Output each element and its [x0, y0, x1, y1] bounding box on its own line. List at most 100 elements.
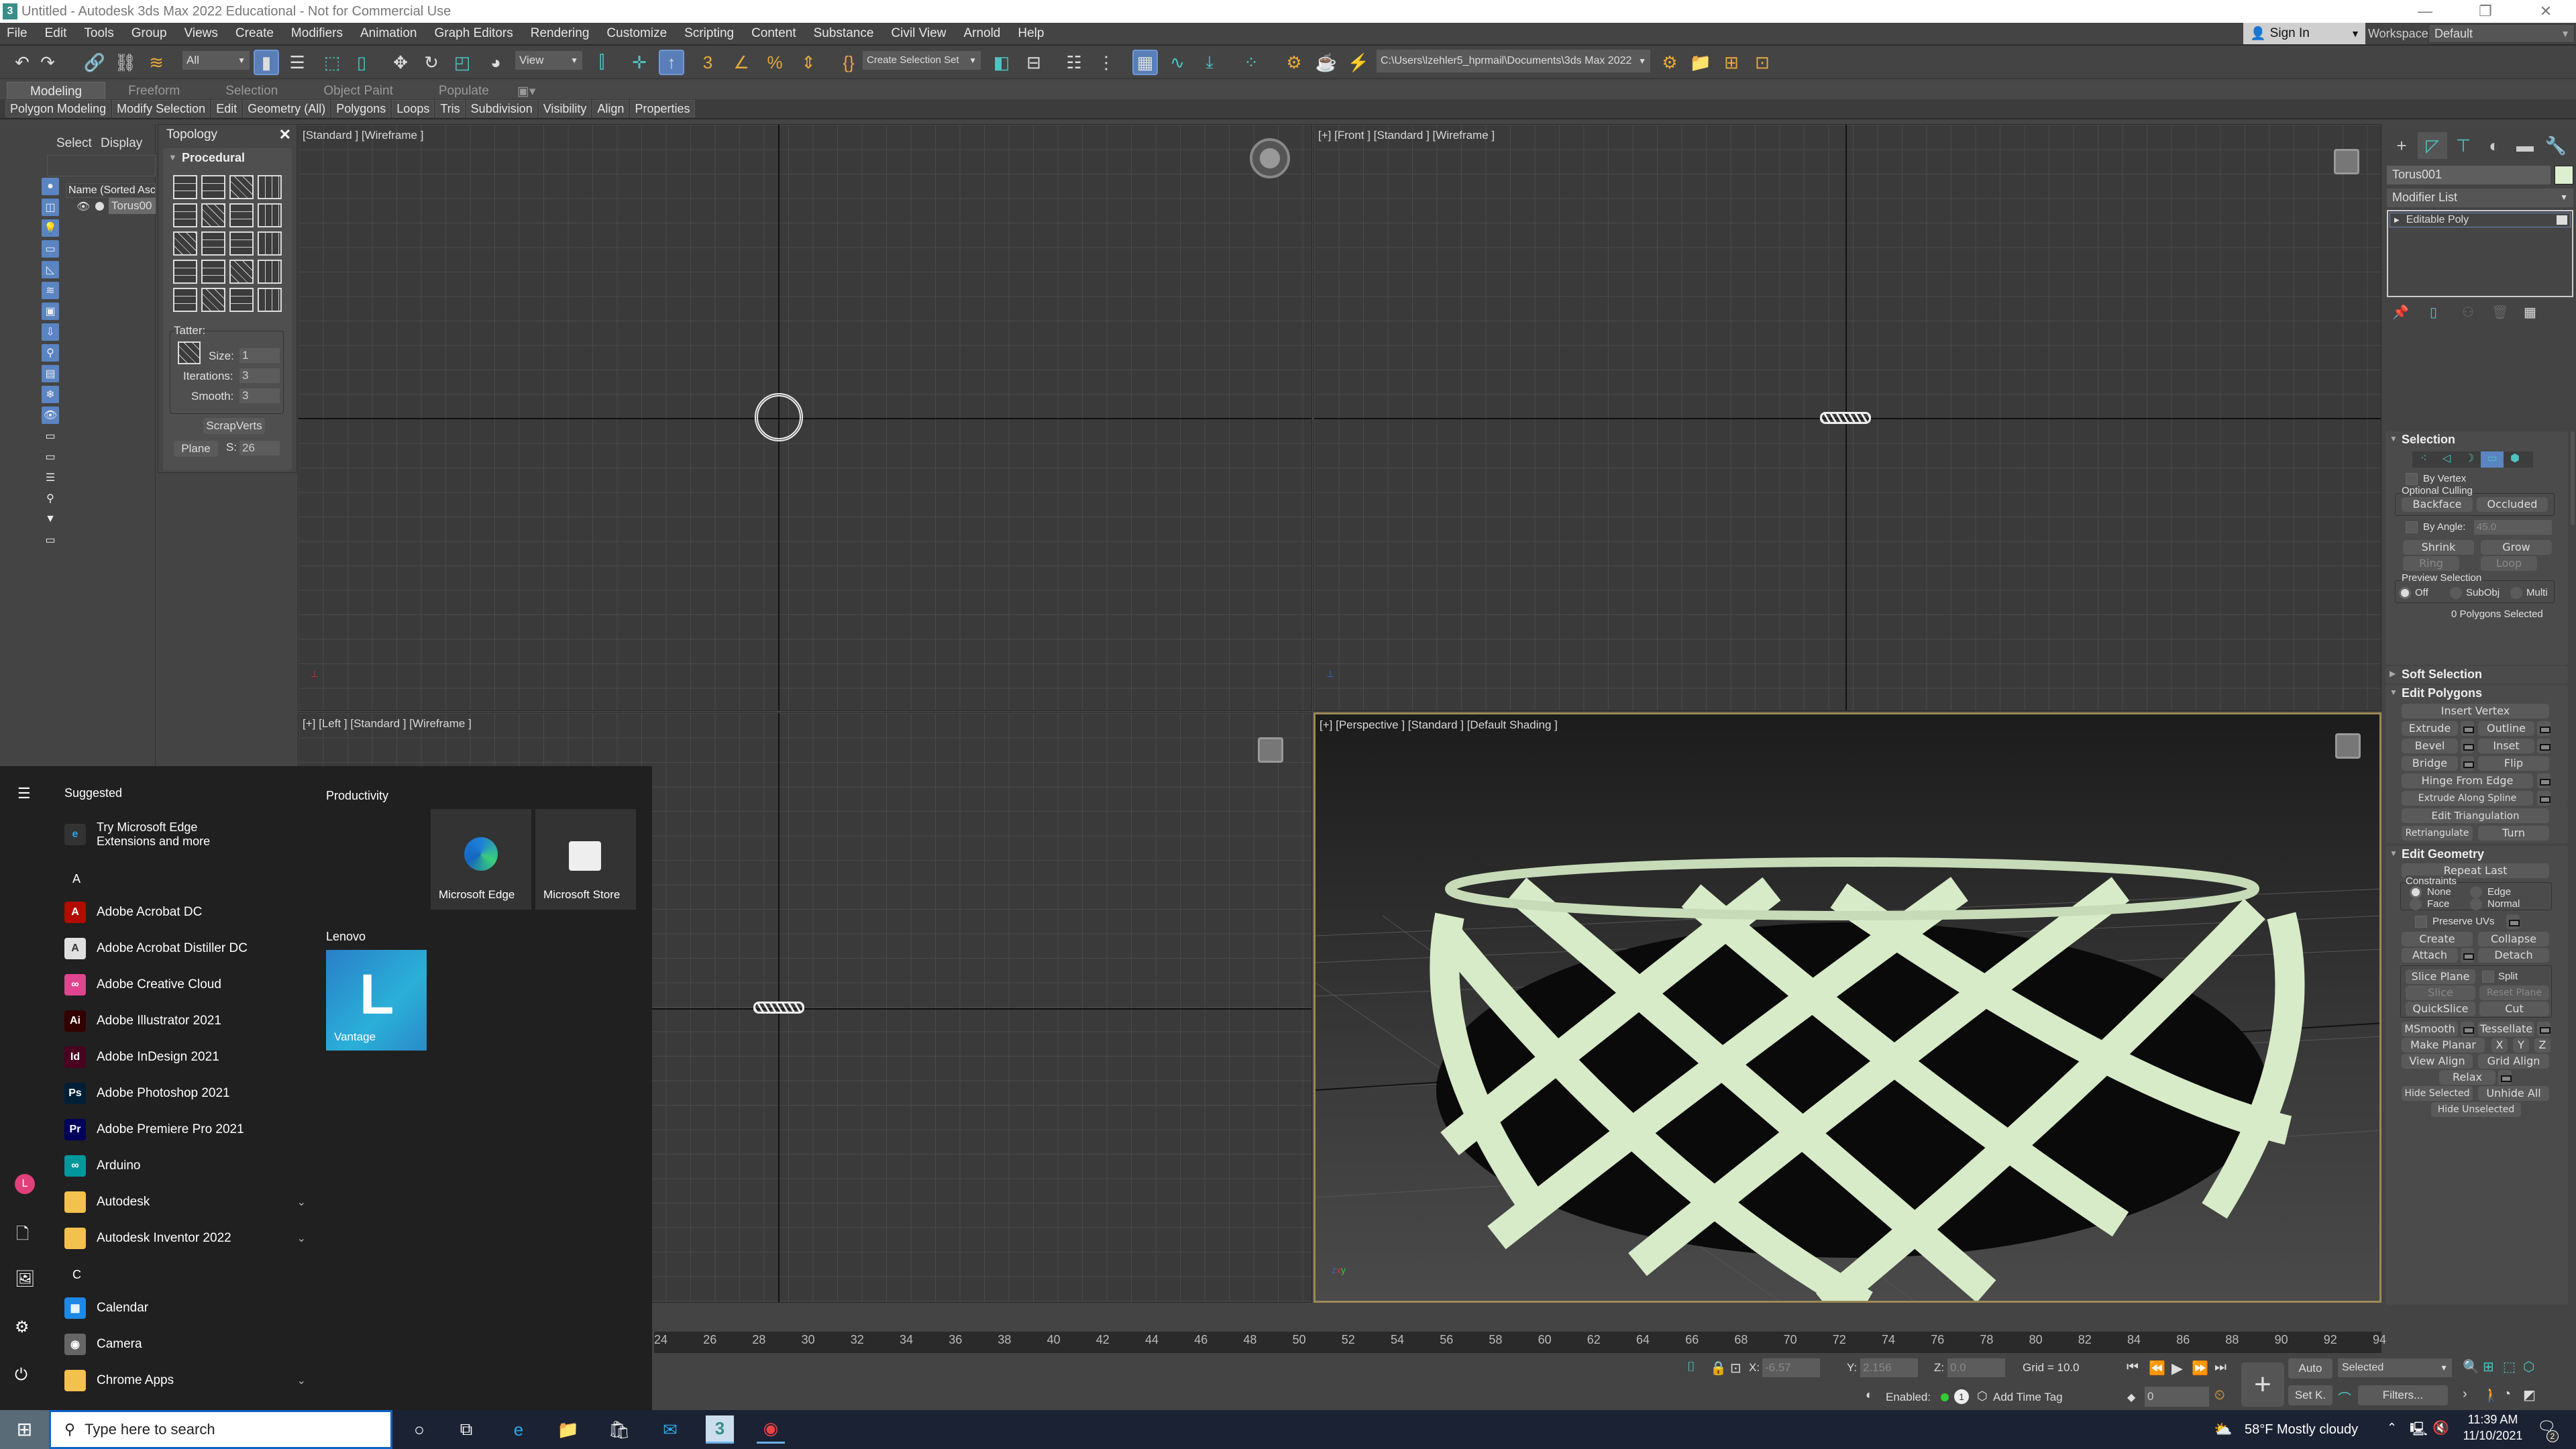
selection-filter-dropdown[interactable]: All ▼ [182, 51, 250, 70]
panel-loops[interactable]: Loops [392, 100, 435, 117]
panel-edit[interactable]: Edit [211, 100, 242, 117]
3ds-max-taskbar-icon[interactable]: 3 [706, 1415, 734, 1444]
reset-plane-button[interactable]: Reset Plane [2479, 985, 2549, 1000]
bevel-button[interactable]: Bevel [2402, 739, 2458, 753]
chrome-icon[interactable]: ◉ [757, 1415, 785, 1444]
undo-icon[interactable]: ↶ [9, 50, 35, 75]
tab-modeling[interactable]: Modeling [7, 82, 106, 99]
unhide-all-button[interactable]: Unhide All [2478, 1086, 2549, 1101]
pattern-tile[interactable] [201, 288, 225, 312]
chevron-down-icon[interactable]: ⌄ [297, 1195, 306, 1209]
msmooth-settings-icon[interactable] [2461, 1022, 2474, 1036]
key-mode-icon[interactable]: ◆ [2127, 1391, 2135, 1404]
torus-top-wireframe[interactable] [755, 393, 803, 441]
pictures-icon[interactable]: 🖼 [15, 1269, 35, 1289]
tab-object-paint[interactable]: Object Paint [301, 82, 416, 99]
viewport-top-label[interactable]: [Standard ] [Wireframe ] [303, 129, 423, 142]
network-icon[interactable]: 🖳 [2410, 1419, 2428, 1442]
app-list-item[interactable]: ∞ Adobe Creative Cloud [64, 971, 306, 998]
workspaces-select[interactable]: Default ▼ [2428, 24, 2575, 43]
go-to-end-icon[interactable]: ⏭ [2214, 1360, 2226, 1375]
pattern-tile[interactable] [229, 288, 254, 312]
pattern-tile[interactable] [229, 203, 254, 227]
tatter-pattern-icon[interactable] [178, 341, 201, 364]
project-settings-icon[interactable]: ⚙ [1657, 50, 1682, 75]
render-production-icon[interactable]: ⚡ [1346, 50, 1371, 75]
collapse-triangle-icon[interactable]: ▼ [2390, 688, 2398, 697]
tessellate-button[interactable]: Tessellate [2478, 1022, 2534, 1036]
menu-animation[interactable]: Animation [360, 26, 417, 41]
app-list-item[interactable]: Chrome Apps ⌄ [64, 1367, 306, 1394]
maximize-viewport-icon[interactable]: ◩ [2523, 1387, 2536, 1403]
visibility-eye-icon[interactable]: 👁 [76, 200, 90, 213]
zoom-extents-all-icon[interactable]: ⬡ [2523, 1358, 2534, 1375]
suggested-edge-item[interactable]: e Try Microsoft Edge Extensions and more [64, 814, 306, 855]
preview-multi-radio[interactable] [2510, 587, 2522, 599]
loop-button[interactable]: Loop [2481, 556, 2537, 571]
pattern-tile[interactable] [173, 175, 197, 199]
s-spinner[interactable]: 26 [239, 441, 280, 455]
scale-icon[interactable]: ◰ [449, 50, 475, 75]
preview-subobj-radio[interactable] [2450, 587, 2462, 599]
reference-coord-dropdown[interactable]: View ▼ [515, 51, 582, 70]
pattern-tile[interactable] [173, 203, 197, 227]
redo-icon[interactable]: ↷ [35, 50, 60, 75]
shrink-button[interactable]: Shrink [2403, 540, 2474, 555]
attach-button[interactable]: Attach [2402, 948, 2458, 963]
tab-selection[interactable]: Selection [203, 82, 301, 99]
viewcube-icon[interactable] [1250, 138, 1290, 178]
x-coordinate-field[interactable]: -6.57 [1762, 1358, 1820, 1377]
viewport-top[interactable]: [Standard ] [Wireframe ] ⊥ [298, 124, 1312, 711]
selection-lock-icon[interactable]: ⌷ [1687, 1360, 1695, 1375]
polygon-level-icon[interactable]: ▭ [2481, 451, 2504, 468]
soft-selection-title[interactable]: Soft Selection [2402, 667, 2482, 682]
project-structure-icon[interactable]: ⊞ [1719, 50, 1744, 75]
percent-snap-icon[interactable]: % [762, 50, 788, 75]
explorer-item-torus[interactable]: Torus00 [109, 198, 156, 214]
pattern-tile[interactable] [258, 260, 282, 284]
backface-button[interactable]: Backface [2402, 497, 2473, 512]
bevel-settings-icon[interactable] [2461, 739, 2474, 753]
layer-explorer-icon[interactable]: ⋮ [1093, 50, 1119, 75]
project-folder-icon[interactable]: 📁 [1688, 50, 1713, 75]
command-panel-scrollbar[interactable] [2571, 431, 2575, 525]
planar-x-button[interactable]: X [2491, 1038, 2508, 1053]
viewport-front[interactable]: [+] [Front ] [Standard ] [Wireframe ] ⊥ [1313, 124, 2381, 711]
grid-align-button[interactable]: Grid Align [2478, 1054, 2549, 1069]
panel-geometry-all[interactable]: Geometry (All) [243, 100, 331, 117]
make-unique-icon[interactable]: ⚇ [2462, 304, 2474, 321]
named-selection-dropdown[interactable]: Create Selection Set ▼ [863, 51, 981, 70]
menu-content[interactable]: Content [751, 26, 796, 41]
material-editor-icon[interactable]: ⁘ [1238, 50, 1264, 75]
windows-start-button[interactable]: ⊞ [0, 1410, 49, 1449]
relax-settings-icon[interactable] [2498, 1070, 2512, 1085]
panel-tris[interactable]: Tris [435, 100, 465, 117]
torus-front-wireframe[interactable] [1820, 412, 1871, 424]
pattern-tile[interactable] [229, 231, 254, 256]
bones-filter-icon[interactable]: ⚲ [42, 344, 59, 362]
app-list-item[interactable]: A Adobe Acrobat Distiller DC [64, 935, 306, 962]
by-angle-checkbox[interactable] [2406, 521, 2418, 533]
pattern-tile[interactable] [229, 260, 254, 284]
helpers-filter-icon[interactable]: ◺ [42, 261, 59, 278]
preserve-uvs-checkbox[interactable] [2415, 916, 2427, 928]
modify-tab-icon[interactable]: ◸ [2418, 132, 2447, 159]
hide-unselected-button[interactable]: Hide Unselected [2431, 1102, 2521, 1117]
placement-icon[interactable]: ◕ [483, 50, 508, 75]
display-none-icon[interactable]: ▭ [42, 448, 59, 466]
layer-icon[interactable]: ▭ [42, 531, 59, 549]
tab-select[interactable]: Select [56, 136, 92, 151]
panel-subdivision[interactable]: Subdivision [466, 100, 537, 117]
procedural-rollout-title[interactable]: Procedural [182, 151, 245, 165]
set-key-big-icon[interactable]: + [2241, 1362, 2284, 1407]
taskbar-edge-icon[interactable]: e [504, 1415, 533, 1444]
render-setup-icon[interactable]: ⚙ [1281, 50, 1307, 75]
extrude-button[interactable]: Extrude [2402, 721, 2458, 736]
project-new-icon[interactable]: ⊡ [1750, 50, 1775, 75]
rotate-icon[interactable]: ↻ [419, 50, 444, 75]
create-button[interactable]: Create [2402, 932, 2473, 947]
menu-civil-view[interactable]: Civil View [891, 26, 946, 41]
menu-scripting[interactable]: Scripting [684, 26, 734, 41]
outline-button[interactable]: Outline [2478, 721, 2534, 736]
app-list-item[interactable]: Autodesk Inventor 2022 ⌄ [64, 1225, 306, 1252]
